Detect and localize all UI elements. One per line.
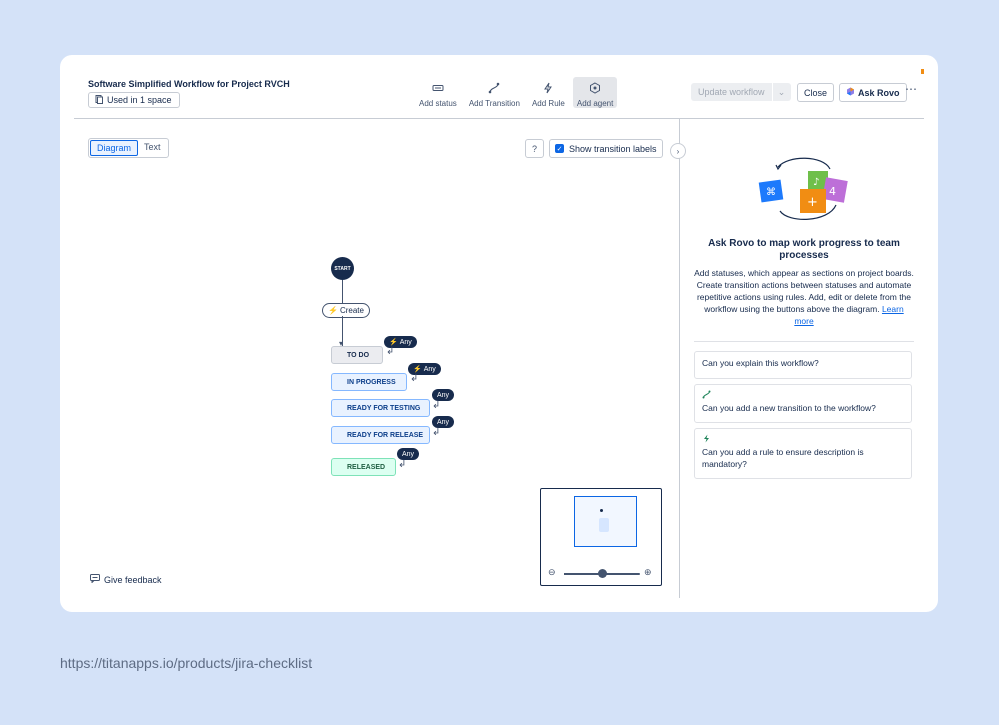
show-transition-labels-toggle[interactable]: ✓ Show transition labels — [549, 139, 663, 158]
panel-title: Ask Rovo to map work progress to team pr… — [708, 238, 900, 261]
prompt-add-transition[interactable]: Can you add a new transition to the work… — [694, 384, 912, 423]
update-options-dropdown[interactable]: ⌄ — [772, 83, 791, 101]
loop-arrow-icon: ↲ — [432, 427, 441, 438]
panel-description-text: Add statuses, which appear as sections o… — [694, 268, 914, 314]
svg-text:♪: ♪ — [813, 177, 819, 188]
add-agent-label: Add agent — [576, 99, 614, 108]
editor-toolbar: Add status Add Transition Add Rule Add a… — [415, 77, 618, 108]
svg-text:⌘: ⌘ — [766, 187, 776, 198]
bolt-icon: ⚡ — [413, 366, 422, 373]
rovo-icon — [846, 87, 855, 98]
loop-arrow-icon: ↲ — [386, 346, 395, 357]
transition-icon — [702, 390, 904, 402]
add-transition-label: Add Transition — [468, 99, 520, 108]
chevron-right-icon: › — [676, 146, 680, 156]
prompt-text: Can you add a new transition to the work… — [702, 403, 876, 413]
bolt-icon — [542, 82, 554, 96]
connector-line — [342, 280, 343, 303]
panel-separator — [694, 341, 914, 342]
loop-arrow-icon: ↲ — [410, 373, 419, 384]
view-switcher: Diagram Text — [88, 138, 169, 158]
svg-text:+: + — [807, 195, 818, 210]
prompt-text: Can you add a rule to ensure description… — [702, 447, 864, 469]
ask-rovo-label: Ask Rovo — [858, 87, 900, 98]
help-button[interactable]: ? — [525, 139, 544, 158]
workflow-title: Software Simplified Workflow for Project… — [88, 79, 290, 89]
zoom-out-icon[interactable]: ⊖ — [548, 567, 556, 578]
zoom-in-icon[interactable]: ⊕ — [644, 567, 652, 578]
workflow-editor-card: Software Simplified Workflow for Project… — [60, 55, 938, 612]
prompt-explain-workflow[interactable]: Can you explain this workflow? — [694, 351, 912, 379]
help-icon: ? — [531, 143, 537, 154]
show-labels-text: Show transition labels — [569, 143, 657, 154]
prompt-text: Can you explain this workflow? — [702, 358, 819, 368]
add-rule-label: Add Rule — [531, 99, 565, 108]
start-node[interactable]: START — [331, 257, 354, 280]
header-divider — [74, 118, 924, 119]
add-agent-button[interactable]: Add agent — [572, 77, 618, 108]
any-label: Any — [423, 365, 436, 373]
transition-icon — [488, 82, 500, 96]
minimap-start-marker — [600, 509, 603, 512]
status-ready-for-testing[interactable]: READY FOR TESTING — [331, 399, 430, 417]
update-workflow-group: Update workflow ⌄ — [691, 83, 791, 101]
close-button[interactable]: Close — [797, 83, 835, 102]
collapse-panel-button[interactable]: › — [670, 143, 686, 159]
document-icon — [95, 94, 103, 106]
panel-description: Add statuses, which appear as sections o… — [694, 267, 914, 327]
status-to-do[interactable]: TO DO — [331, 346, 383, 364]
zoom-slider-thumb[interactable] — [597, 569, 607, 578]
add-transition-button[interactable]: Add Transition — [465, 77, 524, 108]
minimap-diagram-shape — [599, 518, 609, 532]
add-status-label: Add status — [419, 99, 457, 108]
add-status-button[interactable]: Add status — [415, 77, 461, 108]
used-badge-label: Used in 1 space — [107, 95, 172, 105]
give-feedback-link[interactable]: Give feedback — [90, 574, 162, 585]
chevron-down-icon: ⌄ — [777, 86, 786, 97]
agent-icon — [589, 82, 601, 96]
minimap-viewport[interactable] — [574, 496, 637, 547]
bolt-icon: ⚡ — [328, 306, 338, 315]
status-icon — [432, 82, 444, 96]
minimap[interactable]: ⊖ ⊕ — [540, 488, 662, 586]
checkbox-checked-icon[interactable]: ✓ — [555, 144, 564, 153]
bolt-icon — [702, 434, 904, 446]
add-rule-button[interactable]: Add Rule — [528, 77, 569, 108]
ask-rovo-button[interactable]: Ask Rovo — [839, 83, 907, 102]
footer-url[interactable]: https://titanapps.io/products/jira-check… — [60, 655, 312, 671]
more-actions-button[interactable]: ⋯ — [905, 82, 918, 96]
svg-text:4: 4 — [829, 185, 836, 198]
notification-dot — [921, 69, 924, 74]
zoom-slider[interactable] — [564, 569, 640, 578]
create-transition[interactable]: ⚡ Create — [322, 303, 370, 318]
create-label: Create — [339, 306, 364, 315]
panel-divider — [679, 119, 680, 598]
loop-arrow-icon: ↲ — [432, 400, 441, 411]
any-label: Any — [437, 391, 450, 399]
any-label: Any — [399, 338, 412, 346]
give-feedback-label: Give feedback — [104, 574, 162, 585]
tab-diagram[interactable]: Diagram — [90, 140, 139, 156]
loop-arrow-icon: ↲ — [398, 459, 407, 470]
any-label: Any — [402, 450, 415, 458]
bolt-icon: ⚡ — [389, 339, 398, 346]
used-in-spaces-badge[interactable]: Used in 1 space — [88, 92, 180, 108]
status-ready-for-release[interactable]: READY FOR RELEASE — [331, 426, 430, 444]
status-released[interactable]: RELEASED — [331, 458, 396, 476]
any-label: Any — [437, 418, 450, 426]
status-in-progress[interactable]: IN PROGRESS — [331, 373, 407, 391]
feedback-icon — [90, 574, 100, 585]
workflow-illustration: ⌘ ♪ 4 + — [758, 157, 848, 220]
prompt-add-rule[interactable]: Can you add a rule to ensure description… — [694, 428, 912, 479]
zoom-slider-fill — [564, 573, 602, 575]
tab-text[interactable]: Text — [138, 140, 167, 156]
update-workflow-button[interactable]: Update workflow — [691, 83, 772, 101]
